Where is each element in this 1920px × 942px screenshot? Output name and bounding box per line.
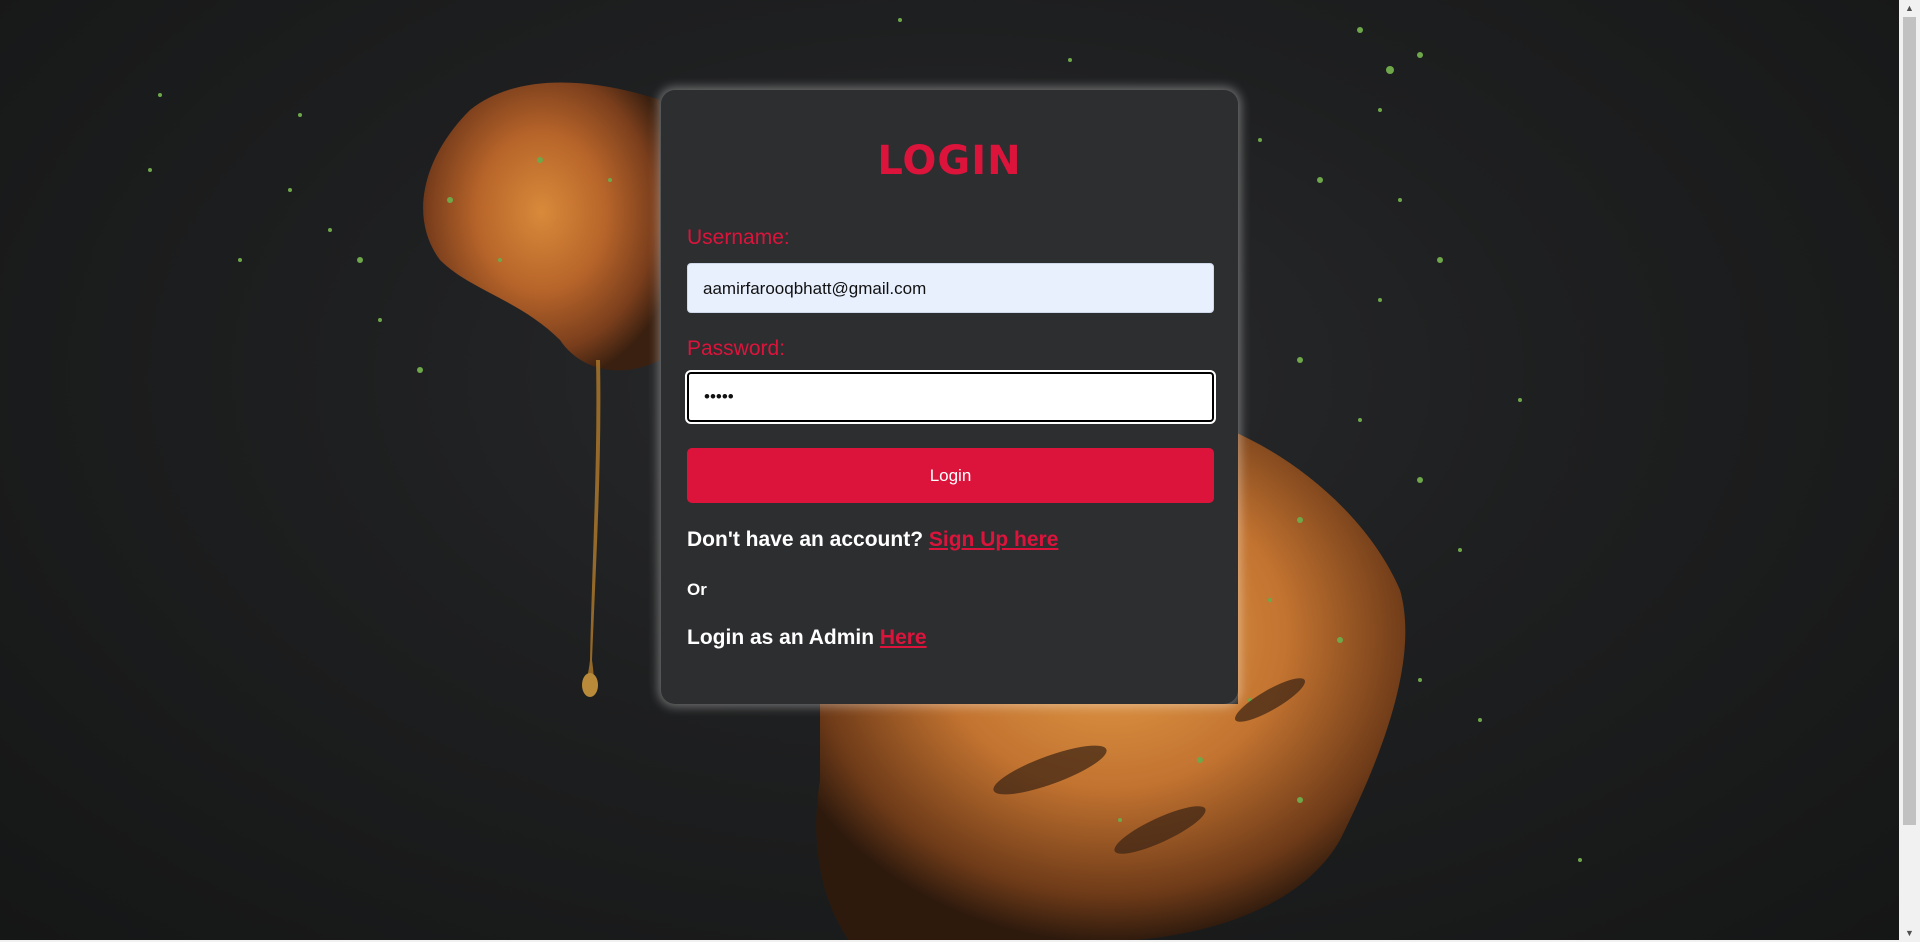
scroll-thumb[interactable] bbox=[1903, 17, 1916, 825]
username-input[interactable]: aamirfarooqbhatt@gmail.com bbox=[687, 263, 1214, 313]
login-title: LOGIN bbox=[877, 138, 1022, 184]
signup-link[interactable]: Sign Up here bbox=[929, 528, 1059, 551]
vertical-scrollbar[interactable]: ▲ ▼ bbox=[1899, 0, 1920, 942]
scroll-down-arrow-icon[interactable]: ▼ bbox=[1899, 925, 1920, 942]
login-card: LOGIN Username: aamirfarooqbhatt@gmail.c… bbox=[661, 90, 1238, 704]
signup-prompt: Don't have an account? bbox=[687, 528, 924, 551]
signup-line: Don't have an account? Sign Up here bbox=[687, 528, 1058, 552]
admin-link[interactable]: Here bbox=[880, 626, 927, 649]
scroll-up-arrow-icon[interactable]: ▲ bbox=[1899, 0, 1920, 17]
admin-line: Login as an Admin Here bbox=[687, 626, 927, 650]
password-label: Password: bbox=[687, 337, 786, 360]
login-button[interactable]: Login bbox=[687, 448, 1214, 503]
admin-prompt: Login as an Admin bbox=[687, 626, 875, 649]
or-divider-text: Or bbox=[687, 580, 707, 599]
username-label: Username: bbox=[687, 226, 790, 249]
password-input[interactable]: ••••• bbox=[685, 370, 1216, 424]
